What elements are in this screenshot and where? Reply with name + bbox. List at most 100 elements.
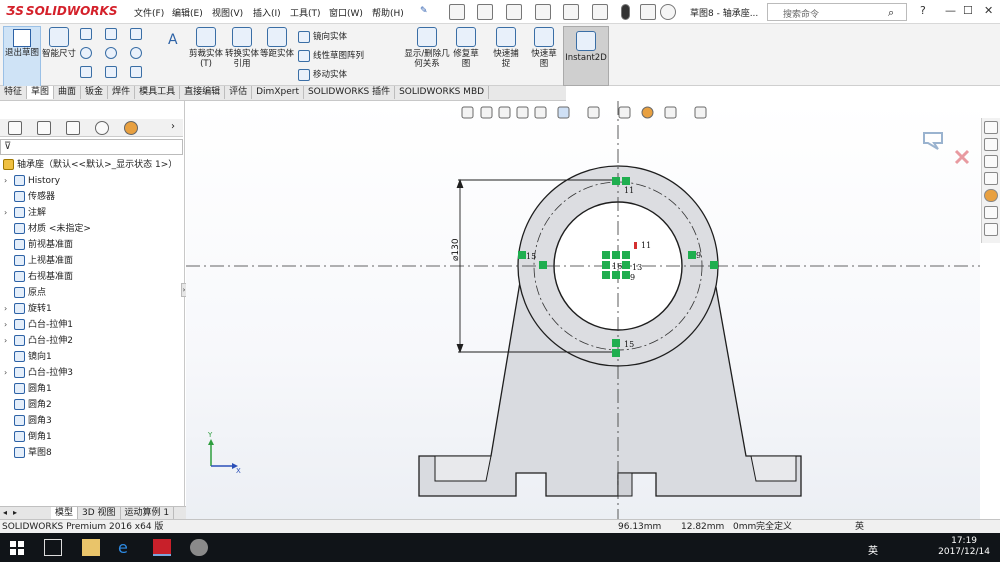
menu-window[interactable]: 窗口(W) bbox=[329, 6, 363, 19]
tree-root[interactable]: 轴承座（默认<<默认>_显示状态 1>） bbox=[3, 157, 177, 173]
tree-item[interactable]: 材质 <未指定> bbox=[4, 221, 91, 237]
expand-arrow-icon[interactable]: › bbox=[4, 205, 14, 221]
smart-dimension-button[interactable]: 智能尺寸 bbox=[42, 27, 76, 59]
rapid-sketch-button[interactable]: 快速草图 bbox=[528, 27, 560, 69]
graphics-area[interactable]: ⌀130 11 11 15 16 13 9 9 15 Y X bbox=[186, 101, 980, 519]
tree-item[interactable]: 镜向1 bbox=[4, 349, 52, 365]
configuration-tab-icon[interactable] bbox=[66, 121, 80, 135]
appearance-icon[interactable] bbox=[641, 106, 654, 119]
tree-item[interactable]: › 旋转1 bbox=[4, 301, 52, 317]
diameter-dimension-text[interactable]: ⌀130 bbox=[451, 238, 461, 261]
tab-addins[interactable]: SOLIDWORKS 插件 bbox=[304, 86, 396, 99]
tree-item[interactable]: 圆角2 bbox=[4, 397, 52, 413]
tree-item[interactable]: 草图8 bbox=[4, 445, 52, 461]
tab-sheet-metal[interactable]: 钣金 bbox=[81, 86, 109, 99]
expand-arrow-icon[interactable]: › bbox=[4, 365, 14, 381]
expand-arrow-icon[interactable]: › bbox=[4, 317, 14, 333]
tab-weldments[interactable]: 焊件 bbox=[108, 86, 136, 99]
zoom-area-icon[interactable] bbox=[480, 106, 493, 119]
tree-item[interactable]: 右视基准面 bbox=[4, 269, 73, 285]
file-explorer-icon[interactable] bbox=[984, 172, 998, 185]
tree-item[interactable]: 前视基准面 bbox=[4, 237, 73, 253]
exit-sketch-button[interactable]: 退出草图 bbox=[3, 26, 41, 92]
tree-item[interactable]: › History bbox=[4, 173, 60, 189]
select-icon[interactable] bbox=[592, 4, 608, 20]
resources-icon[interactable] bbox=[984, 138, 998, 151]
repair-sketch-button[interactable]: 修复草图 bbox=[452, 27, 480, 69]
tab-sketch[interactable]: 草图 bbox=[27, 86, 55, 99]
menu-help[interactable]: 帮助(H) bbox=[372, 6, 404, 19]
expand-arrow-icon[interactable]: › bbox=[4, 173, 14, 189]
tab-direct-editing[interactable]: 直接编辑 bbox=[180, 86, 226, 99]
tab-surfaces[interactable]: 曲面 bbox=[54, 86, 82, 99]
heads-up-view-toolbar[interactable] bbox=[461, 106, 707, 119]
search-icon[interactable]: ⌕ bbox=[888, 6, 894, 20]
sketch-drawing[interactable]: ⌀130 11 11 15 16 13 9 9 15 Y X bbox=[186, 101, 980, 519]
file-explorer-taskbar-icon[interactable] bbox=[82, 539, 100, 556]
close-button[interactable]: ✕ bbox=[984, 4, 993, 17]
tab-features[interactable]: 特征 bbox=[0, 86, 28, 99]
section-view-icon[interactable] bbox=[516, 106, 529, 119]
menu-tools[interactable]: 工具(T) bbox=[290, 6, 321, 19]
menu-edit[interactable]: 编辑(E) bbox=[172, 6, 203, 19]
tree-item[interactable]: 倒角1 bbox=[4, 429, 52, 445]
expand-arrow-icon[interactable]: › bbox=[4, 333, 14, 349]
save-icon[interactable] bbox=[506, 4, 522, 20]
search-input[interactable]: 搜索命令 bbox=[767, 3, 907, 21]
tree-filter-input[interactable]: ⊽ bbox=[0, 139, 183, 155]
trim-button[interactable]: 剪裁实体(T) bbox=[188, 27, 224, 69]
dimxpert-tab-icon[interactable] bbox=[95, 121, 109, 135]
tree-item[interactable]: › 凸台-拉伸3 bbox=[4, 365, 73, 381]
options-gear-icon[interactable] bbox=[660, 4, 676, 20]
expand-arrow-icon[interactable]: › bbox=[4, 301, 14, 317]
appearances-icon[interactable] bbox=[984, 189, 998, 202]
display-relations-button[interactable]: 显示/删除几何关系 bbox=[404, 27, 450, 69]
home-icon[interactable] bbox=[984, 121, 998, 134]
view-orientation-icon[interactable] bbox=[557, 106, 570, 119]
scene-icon[interactable] bbox=[664, 106, 677, 119]
tree-item[interactable]: 圆角1 bbox=[4, 381, 52, 397]
menu-view[interactable]: 视图(V) bbox=[212, 6, 243, 19]
text-tool-icon[interactable]: A bbox=[168, 32, 178, 48]
tree-item[interactable]: 圆角3 bbox=[4, 413, 52, 429]
menu-insert[interactable]: 插入(I) bbox=[253, 6, 281, 19]
rectangle-icon[interactable] bbox=[105, 28, 117, 40]
tree-item[interactable]: › 凸台-拉伸1 bbox=[4, 317, 73, 333]
tree-item[interactable]: › 凸台-拉伸2 bbox=[4, 333, 73, 349]
instant2d-button[interactable]: Instant2D bbox=[563, 26, 609, 86]
file-properties-icon[interactable] bbox=[640, 4, 656, 20]
display-style-icon[interactable] bbox=[587, 106, 600, 119]
feature-tree-tab-icon[interactable] bbox=[8, 121, 22, 135]
view-settings-icon[interactable] bbox=[694, 106, 707, 119]
design-library-icon[interactable] bbox=[984, 155, 998, 168]
property-manager-tab-icon[interactable] bbox=[37, 121, 51, 135]
minimize-button[interactable]: — bbox=[945, 4, 956, 17]
fillet-sketch-icon[interactable] bbox=[130, 66, 142, 78]
solidworks-taskbar-icon[interactable] bbox=[153, 539, 171, 556]
new-icon[interactable] bbox=[449, 4, 465, 20]
move-entities-button[interactable]: 移动实体 bbox=[298, 68, 347, 81]
status-language[interactable]: 英 bbox=[855, 520, 864, 534]
menu-file[interactable]: 文件(F) bbox=[134, 6, 164, 19]
spline-icon[interactable] bbox=[130, 28, 142, 40]
maximize-button[interactable]: ☐ bbox=[963, 4, 973, 17]
input-language[interactable]: 英 bbox=[868, 542, 878, 557]
print-icon[interactable] bbox=[535, 4, 551, 20]
tree-item[interactable]: 上视基准面 bbox=[4, 253, 73, 269]
line-icon[interactable] bbox=[80, 28, 92, 40]
display-manager-tab-icon[interactable] bbox=[124, 121, 138, 135]
slot-icon[interactable] bbox=[80, 66, 92, 78]
tree-item[interactable]: › 注解 bbox=[4, 205, 46, 221]
linear-pattern-button[interactable]: 线性草图阵列 bbox=[298, 49, 364, 62]
open-icon[interactable] bbox=[477, 4, 493, 20]
offset-entities-button[interactable]: 等距实体 bbox=[260, 27, 294, 59]
hide-show-icon[interactable] bbox=[618, 106, 631, 119]
edge-browser-icon[interactable]: e bbox=[118, 539, 136, 556]
circle-icon[interactable] bbox=[80, 47, 92, 59]
polygon-icon[interactable] bbox=[105, 66, 117, 78]
mirror-entities-button[interactable]: 镜向实体 bbox=[298, 30, 347, 43]
system-clock[interactable]: 17:19 2017/12/14 bbox=[938, 536, 990, 558]
prev-tab-icon[interactable]: ◂ bbox=[3, 508, 7, 517]
undo-icon[interactable] bbox=[563, 4, 579, 20]
confirmation-corner[interactable] bbox=[923, 132, 970, 165]
